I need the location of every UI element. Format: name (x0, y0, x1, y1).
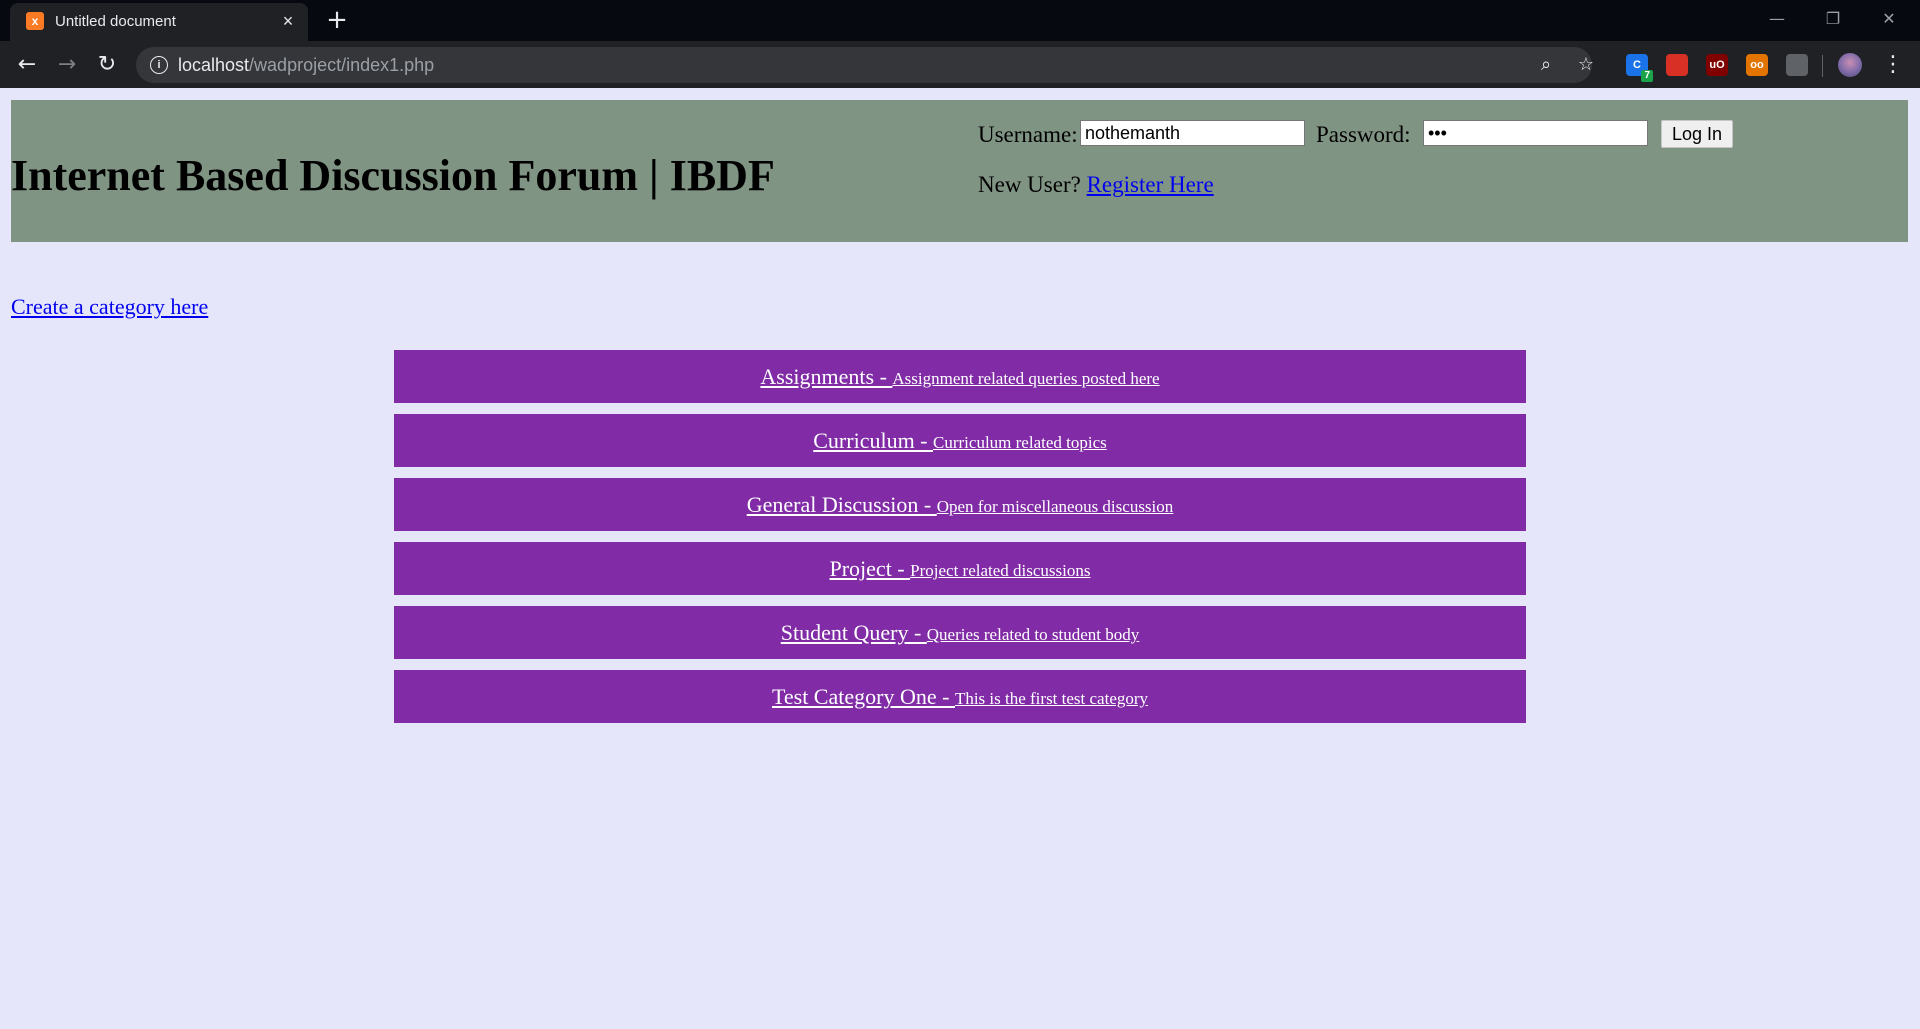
close-tab-icon[interactable]: × (278, 11, 298, 31)
category-description[interactable]: Curriculum related topics (933, 433, 1107, 452)
category-name[interactable]: Test Category One - (772, 684, 955, 709)
site-info-icon[interactable]: i (150, 56, 168, 74)
zoom-icon[interactable]: ⌕ (1534, 53, 1558, 77)
address-url[interactable]: localhost/wadproject/index1.php (178, 55, 434, 76)
back-arrow-icon[interactable]: ← (12, 50, 42, 80)
register-link[interactable]: Register Here (1087, 172, 1214, 197)
browser-menu-icon[interactable]: ⋮ (1882, 51, 1904, 79)
username-field[interactable]: nothemanth (1080, 120, 1305, 146)
category-name[interactable]: Assignments - (760, 364, 892, 389)
url-path: /wadproject/index1.php (249, 55, 435, 75)
password-label: Password: (1316, 122, 1411, 147)
create-category-link[interactable]: Create a category here (11, 294, 208, 320)
extension-gauge-icon[interactable] (1786, 54, 1808, 76)
category-description[interactable]: This is the first test category (955, 689, 1148, 708)
new-tab-icon[interactable]: + (324, 7, 350, 34)
xampp-favicon-icon: x (26, 12, 44, 30)
extension-book-icon[interactable] (1666, 54, 1688, 76)
category-item-general-discussion[interactable]: General Discussion - Open for miscellane… (394, 478, 1526, 531)
page-body: Internet Based Discussion Forum | IBDF U… (0, 88, 1920, 1029)
password-field[interactable]: ••• (1423, 120, 1648, 146)
category-description[interactable]: Open for miscellaneous discussion (937, 497, 1174, 516)
username-label: Username: (978, 122, 1078, 147)
url-host: localhost (178, 55, 250, 75)
site-title: Internet Based Discussion Forum | IBDF (11, 151, 775, 200)
reload-icon[interactable]: ↻ (92, 50, 122, 80)
extension-ublock-icon[interactable]: uO (1706, 54, 1728, 76)
browser-titlebar: x Untitled document × + — ❐ ✕ (0, 0, 1920, 41)
category-item-assignments[interactable]: Assignments - Assignment related queries… (394, 350, 1526, 403)
category-description[interactable]: Assignment related queries posted here (892, 369, 1159, 388)
category-item-student-query[interactable]: Student Query - Queries related to stude… (394, 606, 1526, 659)
login-button[interactable]: Log In (1661, 120, 1733, 148)
category-name[interactable]: Curriculum - (813, 428, 933, 453)
profile-avatar[interactable] (1838, 53, 1862, 77)
minimize-window-icon[interactable]: — (1754, 6, 1800, 32)
extension-badge: 7 (1641, 70, 1653, 82)
forward-arrow-icon[interactable]: → (52, 50, 82, 80)
category-item-curriculum[interactable]: Curriculum - Curriculum related topics (394, 414, 1526, 467)
new-user-prompt: New User? Register Here (978, 172, 1214, 198)
category-item-project[interactable]: Project - Project related discussions (394, 542, 1526, 595)
browser-tab[interactable]: x Untitled document × (10, 3, 308, 41)
category-item-test-category-one[interactable]: Test Category One - This is the first te… (394, 670, 1526, 723)
new-user-text: New User? (978, 172, 1081, 197)
category-name[interactable]: Student Query - (781, 620, 927, 645)
tab-title: Untitled document (55, 13, 176, 30)
address-bar[interactable]: i localhost/wadproject/index1.php ⌕ ☆ (136, 47, 1594, 83)
toolbar-divider (1822, 55, 1823, 77)
category-description[interactable]: Project related discussions (910, 561, 1090, 580)
extension-eyes-icon[interactable]: oo (1746, 54, 1768, 76)
category-name[interactable]: General Discussion - (747, 492, 937, 517)
restore-window-icon[interactable]: ❐ (1810, 6, 1856, 32)
extension-c-icon[interactable]: C7 (1626, 54, 1653, 82)
category-description[interactable]: Queries related to student body (927, 625, 1139, 644)
close-window-icon[interactable]: ✕ (1866, 6, 1912, 32)
category-list: Assignments - Assignment related queries… (394, 350, 1526, 734)
browser-toolbar: ← → ↻ i localhost/wadproject/index1.php … (0, 41, 1920, 88)
bookmark-star-icon[interactable]: ☆ (1574, 53, 1598, 77)
category-name[interactable]: Project - (829, 556, 910, 581)
site-header: Internet Based Discussion Forum | IBDF U… (11, 100, 1908, 242)
